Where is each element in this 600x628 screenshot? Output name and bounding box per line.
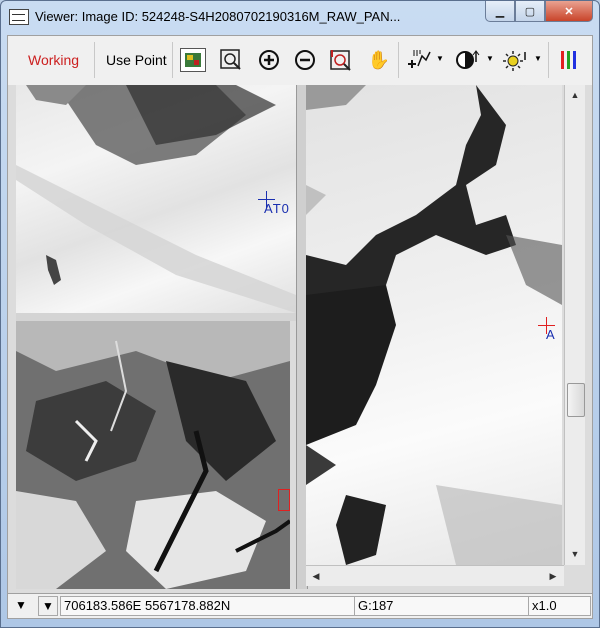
viewer-window: Viewer: Image ID: 524248-S4H208070219031… [0, 0, 600, 628]
brightness-dropdown[interactable]: ▼ [534, 54, 542, 63]
vertical-scrollbar[interactable]: ▲ ▼ [564, 85, 585, 565]
coordinate-readout: 706183.586E 5567178.882N [60, 596, 355, 616]
overview-panel-top[interactable]: AT0 [16, 85, 296, 313]
contrast-icon[interactable] [454, 48, 480, 72]
scroll-down-button[interactable]: ▼ [566, 545, 584, 563]
toolbar: Working Use Point ✋ ▼ ▼ ▼ [7, 35, 593, 86]
working-button[interactable]: Working [22, 44, 85, 76]
brightness-icon[interactable] [502, 48, 528, 72]
fit-image-icon[interactable] [180, 48, 206, 72]
marker-label: AT0 [264, 201, 290, 216]
maximize-button[interactable]: ▢ [515, 1, 545, 22]
band-combination-icon[interactable] [556, 48, 582, 72]
close-icon: ✕ [564, 5, 574, 18]
status-bar: ▼ ▼ 706183.586E 5567178.882N G:187 x1.0 [7, 593, 593, 619]
minimize-button[interactable]: ▁ [485, 1, 515, 22]
close-button[interactable]: ✕ [545, 1, 593, 22]
main-image-panel[interactable]: A [306, 85, 562, 565]
marker-right-label: A [546, 327, 555, 342]
pan-hand-icon[interactable]: ✋ [366, 48, 392, 72]
overview-panel-bottom[interactable] [16, 321, 290, 589]
coordinate-mode-dropdown[interactable]: ▼ [38, 596, 58, 616]
use-point-button[interactable]: Use Point [100, 44, 173, 76]
view-area: AT0 A ▲ ▼ ◀ ▶ [7, 85, 593, 594]
pixel-value-readout: G:187 [354, 596, 529, 616]
view-extent-box[interactable] [278, 489, 290, 511]
minimize-icon: ▁ [495, 5, 505, 18]
point-tool-dropdown[interactable]: ▼ [436, 54, 444, 63]
zoom-box-icon[interactable] [218, 48, 244, 72]
scroll-left-button[interactable]: ◀ [307, 567, 325, 585]
horizontal-scrollbar[interactable]: ◀ ▶ [306, 565, 564, 586]
vertical-scroll-thumb[interactable] [567, 383, 585, 417]
contrast-dropdown[interactable]: ▼ [486, 54, 494, 63]
zoom-point-icon[interactable] [328, 48, 354, 72]
point-tool-icon[interactable] [406, 48, 432, 72]
app-icon [9, 9, 29, 25]
zoom-out-icon[interactable] [292, 48, 318, 72]
title-bar[interactable]: Viewer: Image ID: 524248-S4H208070219031… [1, 1, 599, 33]
status-menu-dropdown[interactable]: ▼ [12, 596, 30, 614]
zoom-level-readout: x1.0 [528, 596, 591, 616]
window-title: Viewer: Image ID: 524248-S4H208070219031… [35, 9, 401, 24]
scroll-up-button[interactable]: ▲ [566, 86, 584, 104]
maximize-icon: ▢ [524, 5, 536, 18]
zoom-in-icon[interactable] [256, 48, 282, 72]
scroll-right-button[interactable]: ▶ [544, 567, 562, 585]
horizontal-splitter[interactable] [16, 313, 298, 321]
